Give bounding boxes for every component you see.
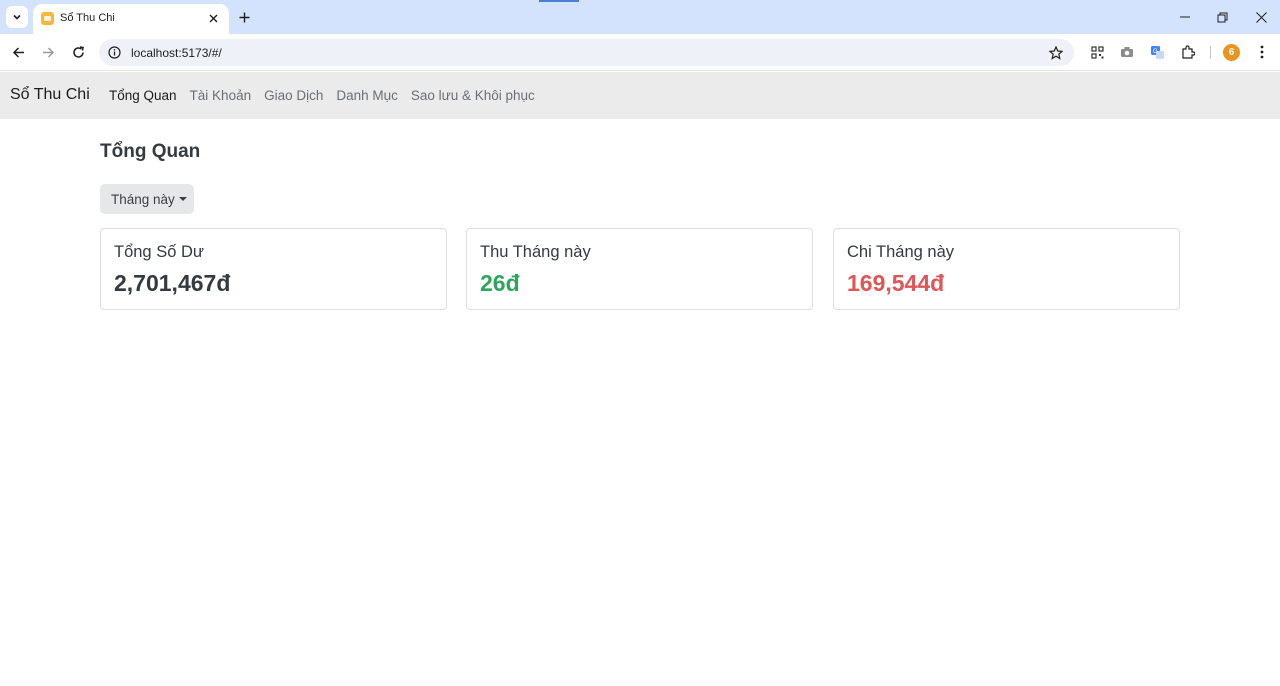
url-text: localhost:5173/#/ bbox=[131, 46, 222, 60]
close-window-icon bbox=[1255, 11, 1267, 23]
caret-down-icon bbox=[178, 197, 187, 201]
page-title: Tổng Quan bbox=[100, 141, 201, 162]
minimize-icon bbox=[1180, 16, 1190, 18]
back-button[interactable] bbox=[8, 42, 28, 62]
profile-avatar[interactable]: 6 bbox=[1223, 44, 1240, 61]
toolbar-separator bbox=[1210, 46, 1211, 59]
nav-links: Tổng Quan Tài Khoản Giao Dịch Danh Mục S… bbox=[109, 88, 548, 103]
card-title: Tổng Số Dư bbox=[114, 243, 204, 261]
tab-search-icon bbox=[13, 14, 21, 20]
tab-search-button[interactable] bbox=[6, 6, 28, 28]
forward-arrow-icon bbox=[42, 46, 54, 58]
browser-toolbar: localhost:5173/#/ G 6 bbox=[0, 34, 1280, 71]
nav-link-sao-luu[interactable]: Sao lưu & Khôi phục bbox=[411, 88, 535, 103]
card-value: 26đ bbox=[480, 270, 520, 296]
plus-icon bbox=[239, 12, 249, 22]
restore-button[interactable] bbox=[1211, 6, 1233, 28]
extensions-button[interactable] bbox=[1179, 43, 1197, 61]
reload-button[interactable] bbox=[68, 42, 88, 62]
extensions-icon bbox=[1182, 45, 1195, 59]
forward-button[interactable] bbox=[38, 42, 58, 62]
tab-close-button[interactable] bbox=[205, 10, 221, 26]
site-info-button[interactable] bbox=[107, 45, 122, 60]
bookmark-button[interactable] bbox=[1047, 44, 1064, 61]
card-title: Thu Tháng này bbox=[480, 243, 591, 261]
nav-link-giao-dich[interactable]: Giao Dịch bbox=[264, 88, 323, 103]
info-icon bbox=[108, 46, 121, 59]
favicon-icon bbox=[41, 12, 54, 25]
close-window-button[interactable] bbox=[1250, 6, 1272, 28]
card-value: 2,701,467đ bbox=[114, 270, 231, 296]
period-dropdown-label: Tháng này bbox=[111, 191, 175, 207]
close-icon bbox=[209, 14, 217, 22]
menu-button[interactable] bbox=[1253, 43, 1271, 61]
card-value: 169,544đ bbox=[847, 270, 945, 296]
translate-button[interactable]: G bbox=[1148, 43, 1166, 61]
star-icon bbox=[1048, 45, 1063, 60]
card-title: Chi Tháng này bbox=[847, 243, 955, 261]
card-total-balance: Tổng Số Dư 2,701,467đ bbox=[100, 228, 447, 310]
menu-dots-icon bbox=[1260, 45, 1264, 59]
nav-link-danh-muc[interactable]: Danh Mục bbox=[336, 88, 398, 103]
nav-link-tong-quan[interactable]: Tổng Quan bbox=[109, 88, 177, 103]
svg-text:G: G bbox=[1153, 49, 1158, 55]
period-dropdown[interactable]: Tháng này bbox=[100, 184, 194, 214]
reload-icon bbox=[72, 45, 84, 58]
restore-icon bbox=[1217, 12, 1227, 22]
camera-icon bbox=[1121, 47, 1133, 57]
browser-tab-strip: Sổ Thu Chi bbox=[0, 0, 1280, 34]
address-bar[interactable]: localhost:5173/#/ bbox=[99, 39, 1074, 66]
camera-button[interactable] bbox=[1118, 43, 1136, 61]
minimize-button[interactable] bbox=[1174, 6, 1196, 28]
card-monthly-expense: Chi Tháng này 169,544đ bbox=[833, 228, 1180, 310]
back-arrow-icon bbox=[12, 46, 24, 58]
new-tab-button[interactable] bbox=[234, 7, 254, 27]
tab-strip-indicator bbox=[539, 0, 579, 2]
app-navbar: Sổ Thu Chi Tổng Quan Tài Khoản Giao Dịch… bbox=[0, 72, 1280, 119]
navbar-brand[interactable]: Sổ Thu Chi bbox=[10, 86, 90, 104]
nav-link-tai-khoan[interactable]: Tài Khoản bbox=[190, 88, 252, 103]
browser-tab[interactable]: Sổ Thu Chi bbox=[33, 4, 229, 34]
card-monthly-income: Thu Tháng này 26đ bbox=[466, 228, 813, 310]
tab-title: Sổ Thu Chi bbox=[60, 12, 115, 24]
qr-code-button[interactable] bbox=[1088, 43, 1106, 61]
translate-icon: G bbox=[1150, 45, 1164, 59]
qr-code-icon bbox=[1090, 45, 1104, 59]
